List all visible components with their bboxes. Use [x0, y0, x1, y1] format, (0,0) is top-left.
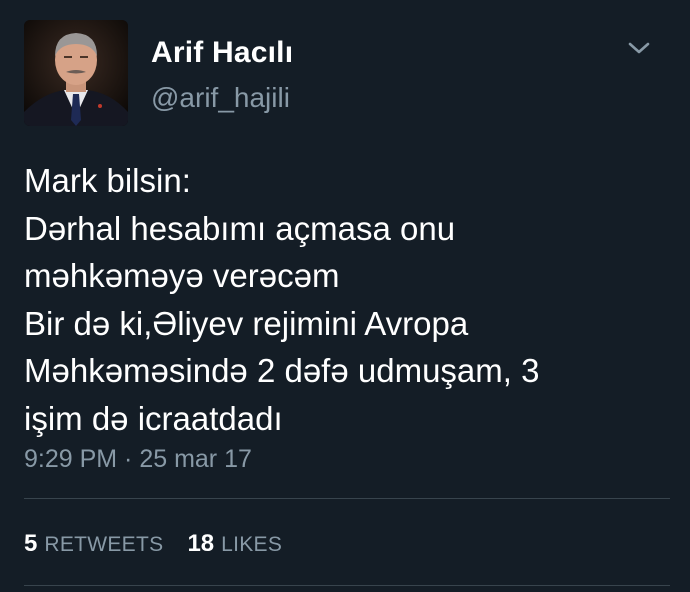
tweet-text-line: Məhkəməsində 2 dəfə udmuşam, 3: [24, 352, 540, 389]
tweet-stats: 5 RETWEETS 18 LIKES: [24, 530, 306, 558]
tweet-timestamp[interactable]: 9:29 PM · 25 mar 17: [24, 445, 252, 474]
chevron-down-icon[interactable]: [626, 38, 652, 58]
divider: [24, 585, 670, 586]
profile-photo-icon: [24, 20, 128, 126]
tweet-text-line: məhkəməyə verəcəm: [24, 257, 340, 294]
retweets-count: 5: [24, 530, 38, 557]
avatar[interactable]: [24, 20, 128, 126]
tweet-text-line: Dərhal hesabımı açmasa onu: [24, 209, 456, 247]
tweet-detail: Arif Hacılı @arif_hajili Mark bilsin: Də…: [0, 0, 690, 592]
retweets-label: RETWEETS: [44, 533, 164, 556]
tweet-text-line: Mark bilsin:: [24, 162, 191, 199]
likes-count: 18: [187, 530, 215, 557]
author-display-name[interactable]: Arif Hacılı: [151, 36, 293, 70]
divider: [24, 498, 670, 499]
tweet-text: Mark bilsin: Dərhal hesabımı açmasa onu …: [24, 157, 664, 442]
likes-stat[interactable]: 18 LIKES: [187, 530, 282, 558]
tweet-text-line: işim də icraatdadı: [24, 399, 283, 437]
tweet-text-line: Bir də ki,Əliyev rejimini Avropa: [24, 304, 469, 342]
likes-label: LIKES: [221, 533, 283, 556]
retweets-stat[interactable]: 5 RETWEETS: [24, 530, 163, 558]
author-handle[interactable]: @arif_hajili: [151, 82, 290, 114]
